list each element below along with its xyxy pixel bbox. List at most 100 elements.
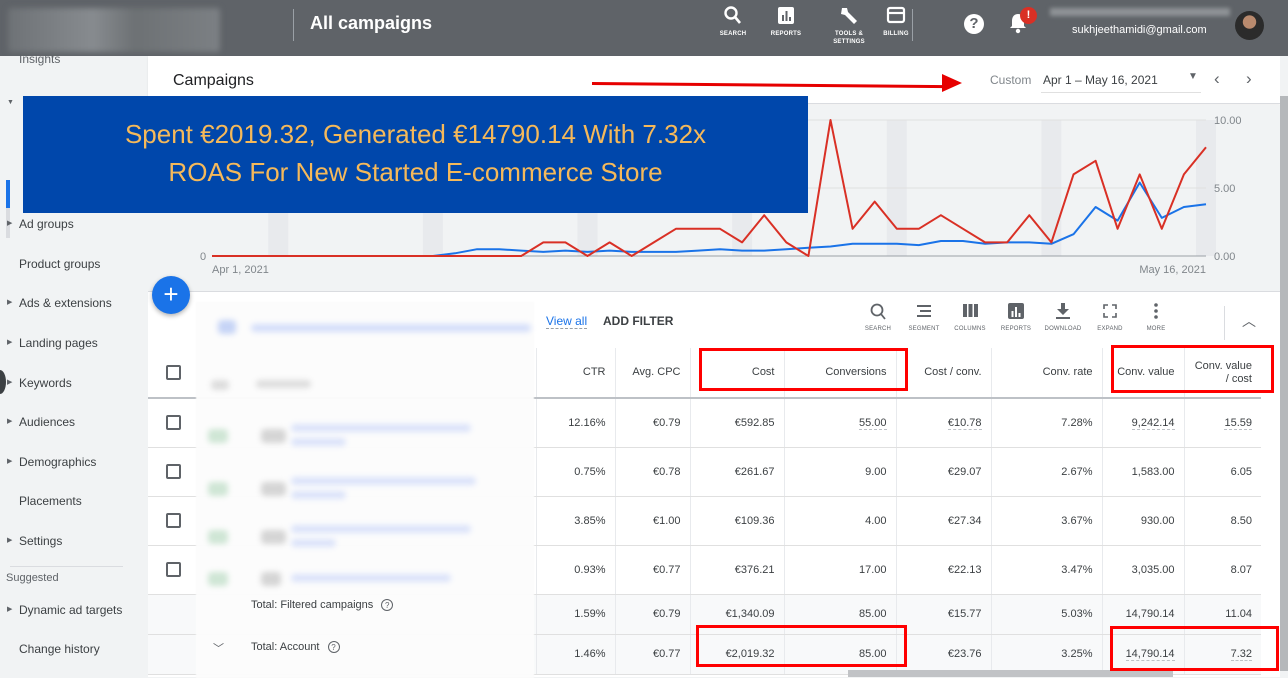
google-ads-logo-blurred[interactable] <box>8 8 220 52</box>
cell-conv-rate: 3.67% <box>991 496 1102 545</box>
column-header-conv-rate[interactable]: Conv. rate <box>991 348 1102 398</box>
expand-button[interactable]: EXPAND <box>1088 302 1132 332</box>
total-cell-conv-rate: 3.25% <box>991 634 1102 674</box>
more-button[interactable]: MORE <box>1134 302 1178 332</box>
cell-conv-value: 930.00 <box>1102 496 1184 545</box>
download-button[interactable]: DOWNLOAD <box>1041 302 1085 332</box>
collapse-chevron-up-icon[interactable]: ︿ <box>1242 311 1256 331</box>
date-range-underline <box>1041 92 1201 93</box>
total-cell-conversions: 85.00 <box>784 634 896 674</box>
total-account-label: Total: Account? <box>251 641 340 653</box>
table-reports-button[interactable]: REPORTS <box>994 302 1038 332</box>
cell-value: €376.21 <box>735 564 775 576</box>
toolbar-separator <box>1224 306 1225 340</box>
cell-conv-rate: 2.67% <box>991 447 1102 496</box>
total-cell-conversions: 85.00 <box>784 594 896 634</box>
sidebar-item-demographics[interactable]: ▶ Demographics <box>0 451 148 473</box>
cell-value[interactable]: 8.50 <box>1231 515 1252 527</box>
cell-value[interactable]: 6.05 <box>1231 466 1252 478</box>
sidebar-item-settings[interactable]: ▶ Settings <box>0 530 148 552</box>
sidebar-item-ads-extensions[interactable]: ▶ Ads & extensions <box>0 292 148 314</box>
sidebar-item-change-history[interactable]: Change history <box>0 638 148 660</box>
cell-value[interactable]: 9.00 <box>865 466 886 478</box>
row-checkbox[interactable] <box>166 415 181 430</box>
banner-line-1: Spent €2019.32, Generated €14790.14 With… <box>23 115 808 153</box>
cell-value: 0.75% <box>574 466 605 478</box>
cell-conv-value: 3,035.00 <box>1102 545 1184 594</box>
caret-down-icon: ▼ <box>7 92 14 114</box>
column-header-cost[interactable]: Cost <box>690 348 784 398</box>
promo-banner: Spent €2019.32, Generated €14790.14 With… <box>23 96 808 213</box>
sidebar-item-product-groups[interactable]: Product groups <box>0 253 148 275</box>
vertical-scrollbar[interactable] <box>1280 56 1288 677</box>
topbar-reports-button[interactable]: REPORTS <box>764 5 808 38</box>
column-header-avg-cpc[interactable]: Avg. CPC <box>615 348 690 398</box>
download-icon <box>1041 302 1085 322</box>
chevron-right-icon[interactable]: › <box>1246 69 1252 89</box>
horizontal-scrollbar-thumb[interactable] <box>848 670 1173 677</box>
date-range-selector[interactable]: Apr 1 – May 16, 2021 <box>1043 73 1158 87</box>
topbar-search-button[interactable]: SEARCH <box>714 5 752 38</box>
segment-button[interactable]: SEGMENT <box>902 302 946 332</box>
cell-cost: €261.67 <box>690 447 784 496</box>
column-header-cost-per-conv[interactable]: Cost / conv. <box>896 348 991 398</box>
cell-conversions: 9.00 <box>784 447 896 496</box>
cell-ctr: 0.75% <box>536 447 615 496</box>
cell-value: 3.85% <box>574 515 605 527</box>
dropdown-arrow-icon[interactable]: ▼ <box>1188 71 1198 82</box>
row-checkbox[interactable] <box>166 513 181 528</box>
column-header-ctr[interactable]: CTR <box>536 348 615 398</box>
columns-button[interactable]: COLUMNS <box>948 302 992 332</box>
cell-value[interactable]: 9,242.14 <box>1132 417 1175 430</box>
cell-value[interactable]: 55.00 <box>859 417 887 430</box>
cell-value: €0.79 <box>653 608 681 620</box>
sidebar-item-insights[interactable]: Insights <box>0 56 148 78</box>
cell-value: 85.00 <box>859 648 887 660</box>
view-all-link[interactable]: View all <box>546 314 587 329</box>
topbar-billing-button[interactable]: BILLING <box>876 5 916 38</box>
sidebar-item-dynamic-ad-targets[interactable]: ▶ Dynamic ad targets <box>0 599 148 621</box>
cell-value[interactable]: 8.07 <box>1231 564 1252 576</box>
cell-value[interactable]: 15.59 <box>1224 417 1252 430</box>
total-cell-conv-value: 14,790.14 <box>1102 634 1184 674</box>
cell-value[interactable]: €29.07 <box>948 466 982 478</box>
cell-value: 2.67% <box>1061 466 1092 478</box>
help-circle-icon[interactable]: ? <box>381 599 393 611</box>
account-email[interactable]: sukhjeethamidi@gmail.com <box>1072 24 1207 36</box>
help-circle-icon[interactable]: ? <box>328 641 340 653</box>
row-checkbox[interactable] <box>166 464 181 479</box>
x-axis-end-label: May 16, 2021 <box>1139 264 1206 276</box>
topbar-tools-settings-button[interactable]: TOOLS & SETTINGS <box>826 5 872 46</box>
avatar[interactable] <box>1235 11 1264 40</box>
cell-avg-cpc: €0.77 <box>615 545 690 594</box>
column-header-conversions[interactable]: Conversions <box>784 348 896 398</box>
cell-avg-cpc: €1.00 <box>615 496 690 545</box>
cell-value[interactable]: 17.00 <box>859 564 887 576</box>
total-cell-cost-per-conv: €15.77 <box>896 594 991 634</box>
add-filter-button[interactable]: ADD FILTER <box>603 314 673 328</box>
sidebar-item-placements[interactable]: Placements <box>0 490 148 512</box>
cell-value[interactable]: 4.00 <box>865 515 886 527</box>
cell-value[interactable]: 1,583.00 <box>1132 466 1175 478</box>
sidebar-item-audiences[interactable]: ▶ Audiences <box>0 411 148 433</box>
column-header-conv-value-per-cost[interactable]: Conv. value / cost <box>1184 348 1261 398</box>
sidebar-item-ad-groups[interactable]: ▶ Ad groups <box>0 213 148 235</box>
cell-value[interactable]: €22.13 <box>948 564 982 576</box>
cell-cost-per-conv: €22.13 <box>896 545 991 594</box>
sidebar-item-keywords[interactable]: ▶ Keywords <box>0 372 148 394</box>
add-campaign-button[interactable]: + <box>152 276 190 314</box>
row-checkbox[interactable] <box>166 562 181 577</box>
column-header-conv-value[interactable]: Conv. value <box>1102 348 1184 398</box>
cell-value[interactable]: €27.34 <box>948 515 982 527</box>
cell-cost: €592.85 <box>690 398 784 447</box>
cell-value[interactable]: 930.00 <box>1141 515 1175 527</box>
sidebar-item-landing-pages[interactable]: ▶ Landing pages <box>0 332 148 354</box>
help-icon[interactable]: ? <box>964 14 984 34</box>
cell-value[interactable]: €10.78 <box>948 417 982 430</box>
cell-value[interactable]: 3,035.00 <box>1132 564 1175 576</box>
table-search-button[interactable]: SEARCH <box>856 302 900 332</box>
expand-chevron-down-icon[interactable]: ﹀ <box>213 640 224 656</box>
vertical-scrollbar-thumb[interactable] <box>1280 96 1288 671</box>
chevron-left-icon[interactable]: ‹ <box>1214 69 1220 89</box>
select-all-checkbox[interactable] <box>166 365 181 380</box>
